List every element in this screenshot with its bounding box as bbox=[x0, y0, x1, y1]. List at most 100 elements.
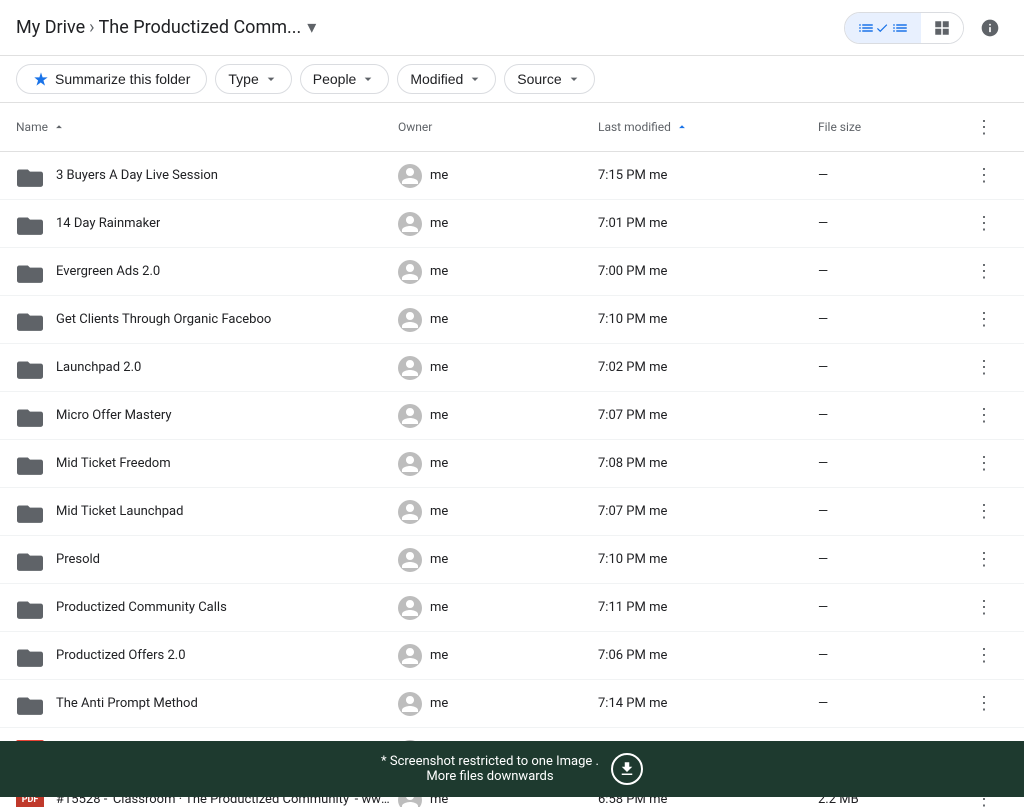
file-name-cell: 3 Buyers A Day Live Session bbox=[16, 162, 398, 190]
toolbar: Summarize this folder Type People Modifi… bbox=[0, 56, 1024, 103]
avatar bbox=[398, 260, 422, 284]
avatar bbox=[398, 356, 422, 380]
file-name: Presold bbox=[56, 552, 100, 567]
table-row[interactable]: Evergreen Ads 2.0 me 7:00 PM me — ⋮ bbox=[0, 248, 1024, 296]
file-name: 14 Day Rainmaker bbox=[56, 216, 160, 231]
owner-cell: me bbox=[398, 548, 598, 572]
row-more-button[interactable]: ⋮ bbox=[968, 352, 1000, 384]
file-name: Launchpad 2.0 bbox=[56, 360, 141, 375]
owner-name: me bbox=[430, 552, 448, 567]
modified-filter-label: Modified bbox=[410, 71, 463, 87]
file-name-cell: The Anti Prompt Method bbox=[16, 690, 398, 718]
row-more-button[interactable]: ⋮ bbox=[968, 448, 1000, 480]
table-row[interactable]: 14 Day Rainmaker me 7:01 PM me — ⋮ bbox=[0, 200, 1024, 248]
modified-cell: 7:02 PM me bbox=[598, 360, 818, 375]
folder-icon bbox=[16, 450, 44, 478]
table-row[interactable]: Productized Community Calls me 7:11 PM m… bbox=[0, 584, 1024, 632]
folder-icon bbox=[16, 594, 44, 622]
modified-column-header[interactable]: Last modified bbox=[598, 120, 818, 134]
name-column-header[interactable]: Name bbox=[16, 120, 398, 134]
modified-dropdown-icon bbox=[467, 71, 483, 87]
table-row[interactable]: Launchpad 2.0 me 7:02 PM me — ⋮ bbox=[0, 344, 1024, 392]
row-actions: ⋮ bbox=[968, 352, 1008, 384]
download-icon[interactable] bbox=[611, 753, 643, 785]
owner-name: me bbox=[430, 648, 448, 663]
row-actions: ⋮ bbox=[968, 400, 1008, 432]
row-more-button[interactable]: ⋮ bbox=[968, 640, 1000, 672]
folder-icon bbox=[16, 162, 44, 190]
modified-cell: 7:06 PM me bbox=[598, 648, 818, 663]
table-row[interactable]: The Anti Prompt Method me 7:14 PM me — ⋮ bbox=[0, 680, 1024, 728]
file-name-cell: Launchpad 2.0 bbox=[16, 354, 398, 382]
avatar bbox=[398, 596, 422, 620]
filesize-cell: — bbox=[818, 168, 968, 183]
header: My Drive › The Productized Comm... ▾ bbox=[0, 0, 1024, 56]
folder-icon bbox=[16, 642, 44, 670]
table-row[interactable]: Productized Offers 2.0 me 7:06 PM me — ⋮ bbox=[0, 632, 1024, 680]
row-more-button[interactable]: ⋮ bbox=[968, 208, 1000, 240]
file-name-cell: Presold bbox=[16, 546, 398, 574]
modified-cell: 7:14 PM me bbox=[598, 696, 818, 711]
owner-cell: me bbox=[398, 164, 598, 188]
grid-view-button[interactable] bbox=[921, 13, 963, 43]
row-actions: ⋮ bbox=[968, 688, 1008, 720]
row-more-button[interactable]: ⋮ bbox=[968, 592, 1000, 624]
filesize-cell: — bbox=[818, 552, 968, 567]
modified-filter-button[interactable]: Modified bbox=[397, 64, 496, 94]
file-name: Mid Ticket Launchpad bbox=[56, 504, 183, 519]
info-button[interactable] bbox=[972, 10, 1008, 46]
avatar bbox=[398, 404, 422, 428]
filesize-cell: — bbox=[818, 648, 968, 663]
row-actions: ⋮ bbox=[968, 544, 1008, 576]
folder-icon bbox=[16, 306, 44, 334]
filesize-cell: — bbox=[818, 600, 968, 615]
table-header: Name Owner Last modified File size ⋮ bbox=[0, 103, 1024, 152]
bottom-bar-text: * Screenshot restricted to one Image . M… bbox=[381, 754, 599, 784]
filesize-cell: — bbox=[818, 216, 968, 231]
breadcrumb-separator: › bbox=[89, 17, 94, 38]
row-more-button[interactable]: ⋮ bbox=[968, 256, 1000, 288]
info-icon bbox=[980, 18, 1000, 38]
table-row[interactable]: Mid Ticket Launchpad me 7:07 PM me — ⋮ bbox=[0, 488, 1024, 536]
file-name: Get Clients Through Organic Faceboo bbox=[56, 312, 271, 327]
sparkle-icon bbox=[33, 71, 49, 87]
row-more-button[interactable]: ⋮ bbox=[968, 688, 1000, 720]
owner-name: me bbox=[430, 504, 448, 519]
row-more-button[interactable]: ⋮ bbox=[968, 304, 1000, 336]
source-dropdown-icon bbox=[566, 71, 582, 87]
people-filter-button[interactable]: People bbox=[300, 64, 390, 94]
source-filter-button[interactable]: Source bbox=[504, 64, 594, 94]
list-view-button[interactable] bbox=[845, 13, 921, 43]
row-more-button[interactable]: ⋮ bbox=[968, 160, 1000, 192]
row-more-button[interactable]: ⋮ bbox=[968, 496, 1000, 528]
row-more-button[interactable]: ⋮ bbox=[968, 400, 1000, 432]
table-row[interactable]: 3 Buyers A Day Live Session me 7:15 PM m… bbox=[0, 152, 1024, 200]
folder-icon bbox=[16, 546, 44, 574]
modified-cell: 7:15 PM me bbox=[598, 168, 818, 183]
owner-cell: me bbox=[398, 500, 598, 524]
owner-cell: me bbox=[398, 212, 598, 236]
actions-column-header: ⋮ bbox=[968, 111, 1008, 143]
filesize-cell: — bbox=[818, 360, 968, 375]
table-row[interactable]: Presold me 7:10 PM me — ⋮ bbox=[0, 536, 1024, 584]
type-filter-button[interactable]: Type bbox=[215, 64, 291, 94]
avatar bbox=[398, 548, 422, 572]
file-name: Mid Ticket Freedom bbox=[56, 456, 171, 471]
my-drive-link[interactable]: My Drive bbox=[16, 17, 85, 38]
table-row[interactable]: Micro Offer Mastery me 7:07 PM me — ⋮ bbox=[0, 392, 1024, 440]
file-name: Evergreen Ads 2.0 bbox=[56, 264, 160, 279]
filesize-cell: — bbox=[818, 696, 968, 711]
avatar bbox=[398, 644, 422, 668]
row-more-button[interactable]: ⋮ bbox=[968, 544, 1000, 576]
file-name-cell: Productized Community Calls bbox=[16, 594, 398, 622]
table-row[interactable]: Get Clients Through Organic Faceboo me 7… bbox=[0, 296, 1024, 344]
table-row[interactable]: Mid Ticket Freedom me 7:08 PM me — ⋮ bbox=[0, 440, 1024, 488]
row-actions: ⋮ bbox=[968, 208, 1008, 240]
summarize-label: Summarize this folder bbox=[55, 71, 190, 87]
header-more-button[interactable]: ⋮ bbox=[968, 111, 1000, 143]
modified-cell: 7:01 PM me bbox=[598, 216, 818, 231]
list-view-icon bbox=[857, 19, 875, 37]
filesize-column-label: File size bbox=[818, 120, 861, 134]
folder-dropdown-arrow[interactable]: ▾ bbox=[307, 17, 316, 38]
summarize-button[interactable]: Summarize this folder bbox=[16, 64, 207, 94]
